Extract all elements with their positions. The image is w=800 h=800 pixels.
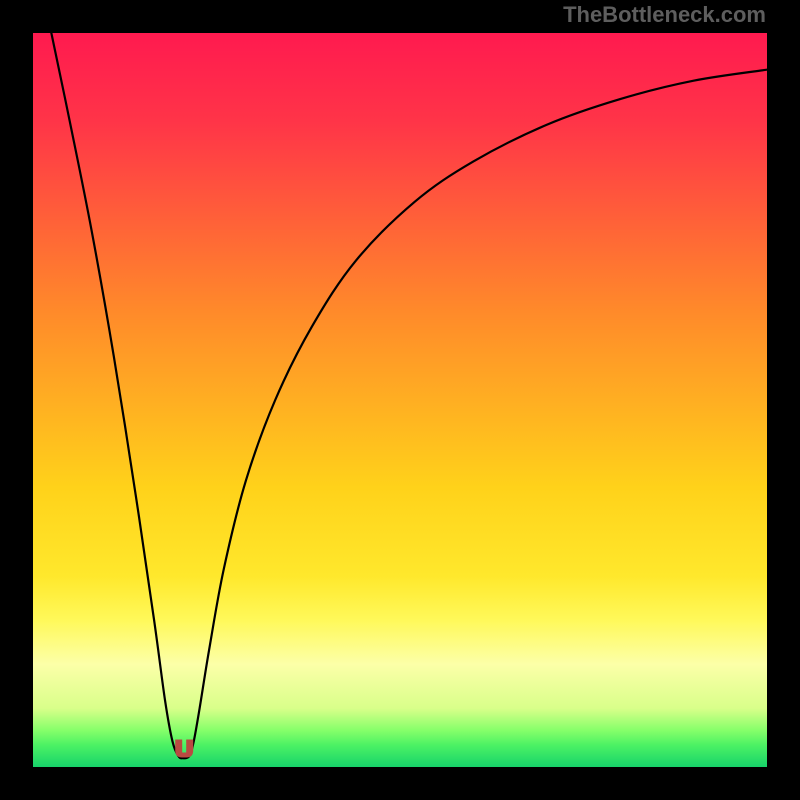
plot-area [33, 33, 767, 767]
watermark-text: TheBottleneck.com [563, 2, 766, 28]
optimal-marker [175, 739, 193, 757]
bottleneck-curve [33, 33, 767, 767]
